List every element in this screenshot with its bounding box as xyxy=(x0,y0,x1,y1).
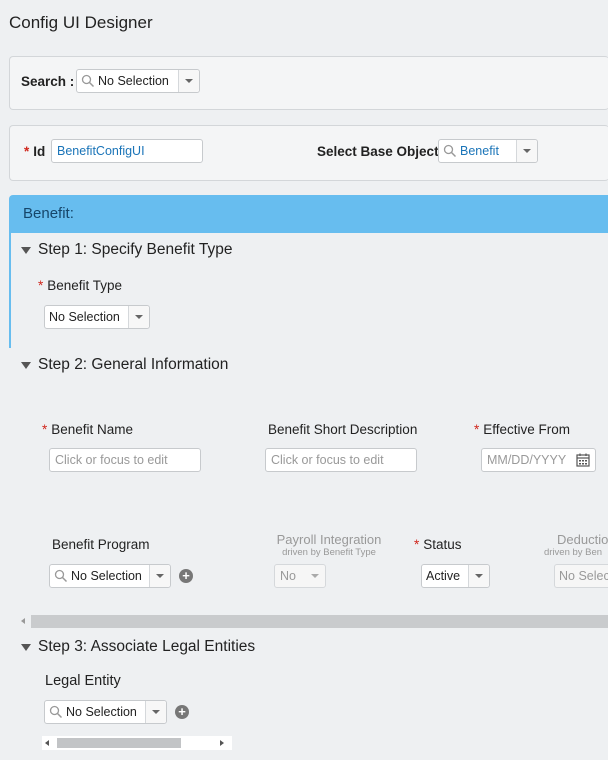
chevron-down-icon[interactable] xyxy=(516,140,537,162)
step1-accent xyxy=(9,233,11,348)
effective-from-label: * Effective From xyxy=(474,422,571,437)
deduction-select: No Selec xyxy=(554,564,608,588)
benefit-program-select[interactable]: No Selection xyxy=(49,564,171,588)
required-asterisk: * xyxy=(24,144,30,159)
section-header: Benefit: xyxy=(9,195,608,233)
base-object-select[interactable]: Benefit xyxy=(438,139,538,163)
effective-from-input[interactable]: MM/DD/YYYY xyxy=(481,448,596,472)
step3-scrollbar[interactable] xyxy=(42,736,232,750)
triangle-down-icon[interactable] xyxy=(21,644,31,651)
magnifier-icon xyxy=(49,705,63,719)
chevron-right-icon[interactable] xyxy=(220,739,224,746)
payroll-select: No xyxy=(274,564,326,588)
benefit-type-label: * Benefit Type xyxy=(38,278,123,293)
chevron-down-icon[interactable] xyxy=(128,306,149,328)
page-title: Config UI Designer xyxy=(9,13,153,32)
status-value: Active xyxy=(426,569,461,583)
chevron-left-icon[interactable] xyxy=(21,618,25,624)
payroll-label-group: Payroll Integration driven by Benefit Ty… xyxy=(261,532,397,558)
chevron-left-icon[interactable] xyxy=(45,739,49,746)
id-panel: * Id BenefitConfigUI Select Base Object B… xyxy=(9,125,608,181)
base-object-label: Select Base Object xyxy=(317,144,439,159)
chevron-down-icon xyxy=(305,565,325,587)
legal-entity-value: No Selection xyxy=(66,705,137,719)
step1-title: Step 1: Specify Benefit Type xyxy=(38,241,233,258)
benefit-program-label: Benefit Program xyxy=(52,537,150,552)
short-desc-label: Benefit Short Description xyxy=(268,422,418,437)
payroll-label: Payroll Integration xyxy=(276,532,382,547)
status-label: * Status xyxy=(414,537,462,552)
payroll-value: No xyxy=(280,569,296,583)
triangle-down-icon[interactable] xyxy=(21,247,31,254)
benefit-name-input[interactable]: Click or focus to edit xyxy=(49,448,201,472)
base-object-value: Benefit xyxy=(460,144,499,158)
deduction-value: No Selec xyxy=(559,569,608,583)
deduction-sub: driven by Ben xyxy=(544,547,603,558)
chevron-down-icon[interactable] xyxy=(468,565,489,587)
benefit-type-select[interactable]: No Selection xyxy=(44,305,150,329)
legal-entity-label: Legal Entity xyxy=(45,673,121,689)
search-panel: Search : No Selection xyxy=(9,56,608,110)
search-label: Search : xyxy=(21,74,75,89)
scrollbar-thumb[interactable] xyxy=(31,615,608,628)
step3-title: Step 3: Associate Legal Entities xyxy=(38,638,256,655)
benefit-program-value: No Selection xyxy=(71,569,142,583)
magnifier-icon xyxy=(443,144,457,158)
short-desc-input[interactable]: Click or focus to edit xyxy=(265,448,417,472)
step2-title: Step 2: General Information xyxy=(38,356,229,373)
search-select[interactable]: No Selection xyxy=(76,69,200,93)
magnifier-icon xyxy=(54,569,68,583)
scrollbar-thumb[interactable] xyxy=(57,738,181,748)
legal-entity-select[interactable]: No Selection xyxy=(44,700,167,724)
benefit-type-value: No Selection xyxy=(49,310,120,324)
calendar-icon[interactable] xyxy=(576,453,590,467)
benefit-name-label: * Benefit Name xyxy=(42,422,134,437)
deduction-label: Deductio xyxy=(557,532,608,547)
id-input[interactable]: BenefitConfigUI xyxy=(51,139,203,163)
magnifier-icon xyxy=(81,74,95,88)
chevron-down-icon[interactable] xyxy=(149,565,170,587)
payroll-sub: driven by Benefit Type xyxy=(282,547,376,558)
status-select[interactable]: Active xyxy=(421,564,490,588)
search-select-value: No Selection xyxy=(98,74,169,88)
effective-from-placeholder: MM/DD/YYYY xyxy=(487,453,567,467)
plus-circle-icon[interactable]: + xyxy=(179,569,193,583)
deduction-label-group: Deductio driven by Ben xyxy=(541,532,608,558)
step2-scrollbar[interactable] xyxy=(18,615,608,628)
section-content: Step 1: Specify Benefit Type * Benefit Ty… xyxy=(9,233,608,760)
plus-circle-icon[interactable]: + xyxy=(175,705,189,719)
chevron-down-icon[interactable] xyxy=(145,701,166,723)
triangle-down-icon[interactable] xyxy=(21,362,31,369)
chevron-down-icon[interactable] xyxy=(178,70,199,92)
id-label: * Id xyxy=(24,144,46,159)
